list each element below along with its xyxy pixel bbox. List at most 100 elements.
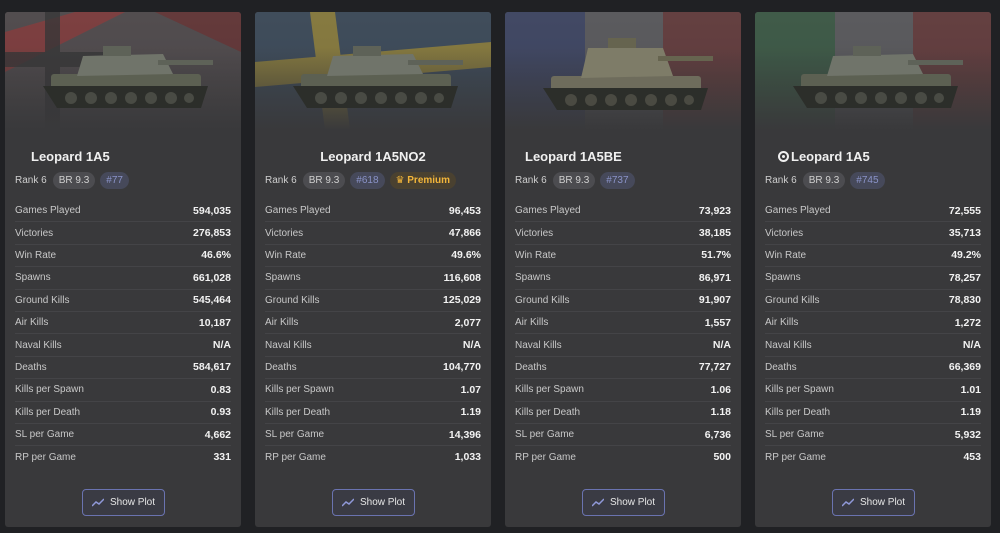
stat-value: 500 [713,451,731,464]
br-badge: BR 9.3 [552,172,596,189]
br-badge: BR 9.3 [302,172,346,189]
stat-row-air-kills: Air Kills 1,557 [515,312,731,335]
stat-value: 1.19 [960,406,981,419]
stat-row-victories: Victories 35,713 [765,222,981,245]
stat-value: 86,971 [698,271,731,284]
stat-label: Ground Kills [515,294,570,306]
stat-row-games-played: Games Played 72,555 [765,200,981,223]
vehicle-tags: Rank 6 BR 9.3 #737 [515,172,635,189]
stat-label: Victories [15,227,54,239]
show-plot-button[interactable]: Show Plot [82,489,165,516]
stat-row-kills-per-spawn: Kills per Spawn 0.83 [15,379,231,402]
stat-row-kills-per-death: Kills per Death 1.19 [265,402,481,424]
stat-row-spawns: Spawns 661,028 [15,267,231,290]
stat-label: Kills per Death [765,406,831,418]
stat-label: Spawns [265,272,301,284]
leopard-tank-image [793,46,963,108]
stat-row-games-played: Games Played 96,453 [265,200,481,223]
vehicle-name-text: Leopard 1A5BE [525,149,622,164]
stat-row-rp-per-game: RP per Game 453 [765,446,981,468]
stat-row-kills-per-spawn: Kills per Spawn 1.07 [265,379,481,402]
stat-label: Naval Kills [515,339,562,351]
stat-label: Deaths [265,361,297,373]
vehicle-image [255,12,491,130]
stat-row-victories: Victories 38,185 [515,222,731,245]
stat-value: 4,662 [204,428,231,441]
stat-value: 1.07 [460,383,481,396]
vehicle-name-text: Leopard 1A5 [31,149,110,164]
stat-value: 2,077 [454,316,481,329]
stat-row-victories: Victories 276,853 [15,222,231,245]
vehicle-name: Leopard 1A5NO2 [255,149,491,164]
stat-row-win-rate: Win Rate 49.2% [765,245,981,268]
stat-label: Kills per Spawn [515,384,584,396]
stat-label: SL per Game [15,429,75,441]
stat-label: Ground Kills [265,294,320,306]
stat-row-spawns: Spawns 116,608 [265,267,481,290]
show-plot-button[interactable]: Show Plot [832,489,915,516]
stat-row-kills-per-spawn: Kills per Spawn 1.01 [765,379,981,402]
stat-value: 35,713 [948,227,981,240]
stat-row-air-kills: Air Kills 1,272 [765,312,981,335]
stat-row-victories: Victories 47,866 [265,222,481,245]
vehicle-card-grid: Leopard 1A5 Rank 6 BR 9.3 #77 Games Play… [5,12,991,527]
show-plot-label: Show Plot [859,497,906,508]
stat-label: RP per Game [15,451,76,463]
vehicle-id-badge: #745 [850,172,885,189]
stat-value: 5,932 [954,428,981,441]
show-plot-button[interactable]: Show Plot [332,489,415,516]
stat-value: 1.18 [710,406,731,419]
stat-label: Kills per Spawn [765,384,834,396]
stat-row-ground-kills: Ground Kills 91,907 [515,290,731,312]
stat-label: Kills per Death [15,406,81,418]
stat-label: Ground Kills [765,294,820,306]
stat-row-ground-kills: Ground Kills 125,029 [265,290,481,312]
stat-row-ground-kills: Ground Kills 78,830 [765,290,981,312]
vehicle-card: Leopard 1A5NO2 Rank 6 BR 9.3 #618 ♛ Prem… [255,12,491,527]
stat-label: RP per Game [765,451,826,463]
stat-value: 14,396 [448,428,481,441]
stat-row-deaths: Deaths 66,369 [765,357,981,380]
stat-row-win-rate: Win Rate 46.6% [15,245,231,268]
stat-label: Naval Kills [265,339,312,351]
stat-label: SL per Game [765,429,825,441]
br-badge: BR 9.3 [52,172,96,189]
stat-label: Deaths [515,361,547,373]
stat-row-sl-per-game: SL per Game 14,396 [265,424,481,447]
show-plot-button[interactable]: Show Plot [582,489,665,516]
stat-row-rp-per-game: RP per Game 500 [515,446,731,468]
stat-label: Air Kills [15,317,49,329]
stat-label: Victories [765,227,804,239]
leopard-tank-image [293,46,463,108]
rank-label: Rank 6 [265,175,297,186]
stat-row-win-rate: Win Rate 51.7% [515,245,731,268]
stat-value: 96,453 [448,204,481,217]
stat-row-air-kills: Air Kills 10,187 [15,312,231,335]
stat-value: 104,770 [443,361,481,374]
stat-value: 49.6% [451,249,481,262]
stat-label: Games Played [15,205,81,217]
vehicle-tags: Rank 6 BR 9.3 #745 [765,172,885,189]
stat-value: 0.83 [210,383,231,396]
stat-value: 1.19 [460,406,481,419]
stat-value: 77,727 [698,361,731,374]
stat-row-kills-per-death: Kills per Death 1.18 [515,402,731,424]
stat-value: 46.6% [201,249,231,262]
stat-row-spawns: Spawns 86,971 [515,267,731,290]
stats-table: Games Played 594,035 Victories 276,853 Win… [15,200,231,469]
line-chart-icon [591,498,604,507]
vehicle-image [505,12,741,130]
stat-value: 1,272 [954,316,981,329]
target-icon [778,151,789,162]
vehicle-id-badge: #618 [350,172,385,189]
line-chart-icon [91,498,104,507]
stat-value: 51.7% [701,249,731,262]
stat-label: Deaths [765,361,797,373]
stat-value: 276,853 [193,227,231,240]
show-plot-label: Show Plot [359,497,406,508]
br-badge: BR 9.3 [802,172,846,189]
leopard-tank-image [43,46,213,108]
stat-label: Kills per Spawn [15,384,84,396]
stat-label: RP per Game [265,451,326,463]
line-chart-icon [841,498,854,507]
